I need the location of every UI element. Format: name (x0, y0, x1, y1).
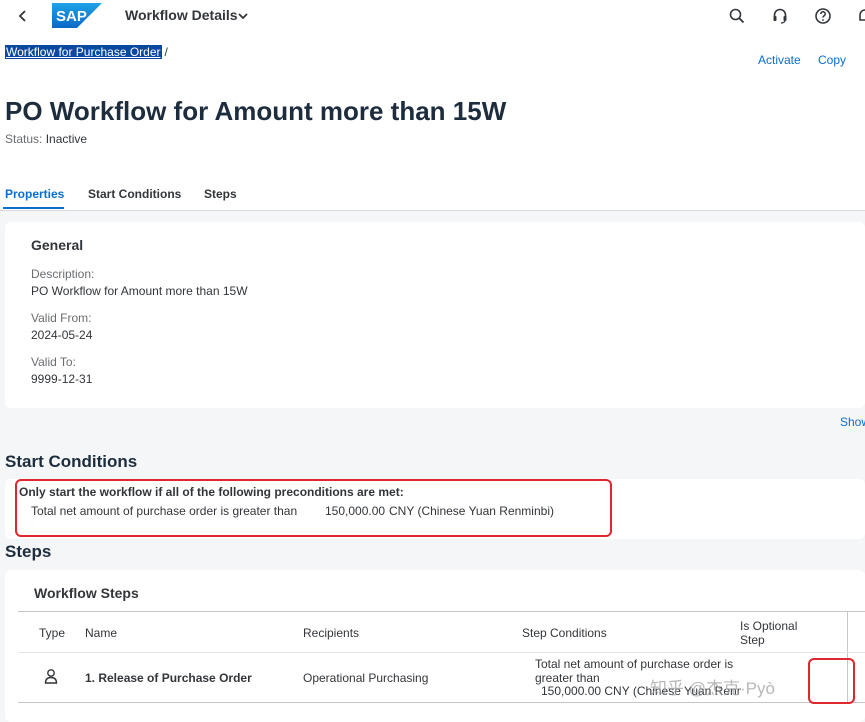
help-icon[interactable] (814, 7, 832, 25)
watermark: 知乎 @杰克·Pyò (650, 679, 775, 698)
step-name: 1. Release of Purchase Order (85, 671, 252, 685)
general-card (5, 222, 865, 408)
status-field: Status: Inactive (5, 132, 87, 146)
valid-from-label: Valid From: (31, 311, 92, 325)
valid-from-value: 2024-05-24 (31, 328, 93, 342)
table-row-divider (18, 652, 865, 653)
header-divider (0, 210, 865, 211)
active-tab-indicator (3, 207, 64, 209)
show-more-link[interactable]: Show (840, 415, 865, 429)
app-title[interactable]: Workflow Details (125, 7, 238, 23)
valid-to-value: 9999-12-31 (31, 372, 93, 386)
breadcrumb-link[interactable]: Workflow for Purchase Order (5, 45, 162, 59)
column-header-is-optional-step[interactable]: Is Optional Step (740, 619, 810, 647)
breadcrumb: Workflow for Purchase Order / (5, 45, 168, 59)
step-condition-line2: greater than (535, 671, 600, 685)
general-title: General (31, 237, 84, 253)
step-condition-line1: Total net amount of purchase order is (535, 657, 734, 671)
bell-icon[interactable] (856, 7, 865, 25)
svg-text:SAP: SAP (56, 8, 87, 25)
table-header-border (18, 611, 865, 612)
valid-to-label: Valid To: (31, 355, 76, 369)
column-header-type[interactable]: Type (39, 626, 65, 640)
tab-steps[interactable]: Steps (204, 187, 237, 201)
workflow-steps-title: Workflow Steps (34, 585, 139, 601)
column-header-name[interactable]: Name (85, 626, 117, 640)
start-conditions-title: Start Conditions (5, 452, 138, 471)
breadcrumb-separator: / (164, 45, 168, 59)
column-header-step-conditions[interactable]: Step Conditions (522, 626, 607, 640)
table-bottom-border (18, 702, 865, 703)
tab-properties[interactable]: Properties (5, 187, 64, 201)
column-header-recipients[interactable]: Recipients (303, 626, 359, 640)
description-label: Description: (31, 267, 95, 281)
tab-start-conditions[interactable]: Start Conditions (88, 187, 181, 201)
shell-bar: SAP Workflow Details (0, 0, 865, 32)
description-value: PO Workflow for Amount more than 15W (31, 284, 248, 298)
copy-button[interactable]: Copy (818, 53, 846, 67)
search-icon[interactable] (728, 7, 746, 25)
back-icon[interactable] (16, 6, 32, 26)
highlight-box-optional-step (808, 658, 855, 704)
highlight-box-conditions (15, 479, 612, 537)
steps-title: Steps (5, 542, 52, 561)
sap-logo[interactable]: SAP (52, 3, 102, 28)
chevron-down-icon[interactable] (236, 9, 250, 23)
activate-button[interactable]: Activate (758, 53, 801, 67)
headset-icon[interactable] (771, 7, 789, 25)
status-label: Status: (5, 132, 43, 146)
page-title: PO Workflow for Amount more than 15W (5, 96, 507, 126)
status-value: Inactive (45, 132, 88, 146)
user-icon (44, 668, 58, 684)
step-recipients: Operational Purchasing (303, 671, 429, 685)
